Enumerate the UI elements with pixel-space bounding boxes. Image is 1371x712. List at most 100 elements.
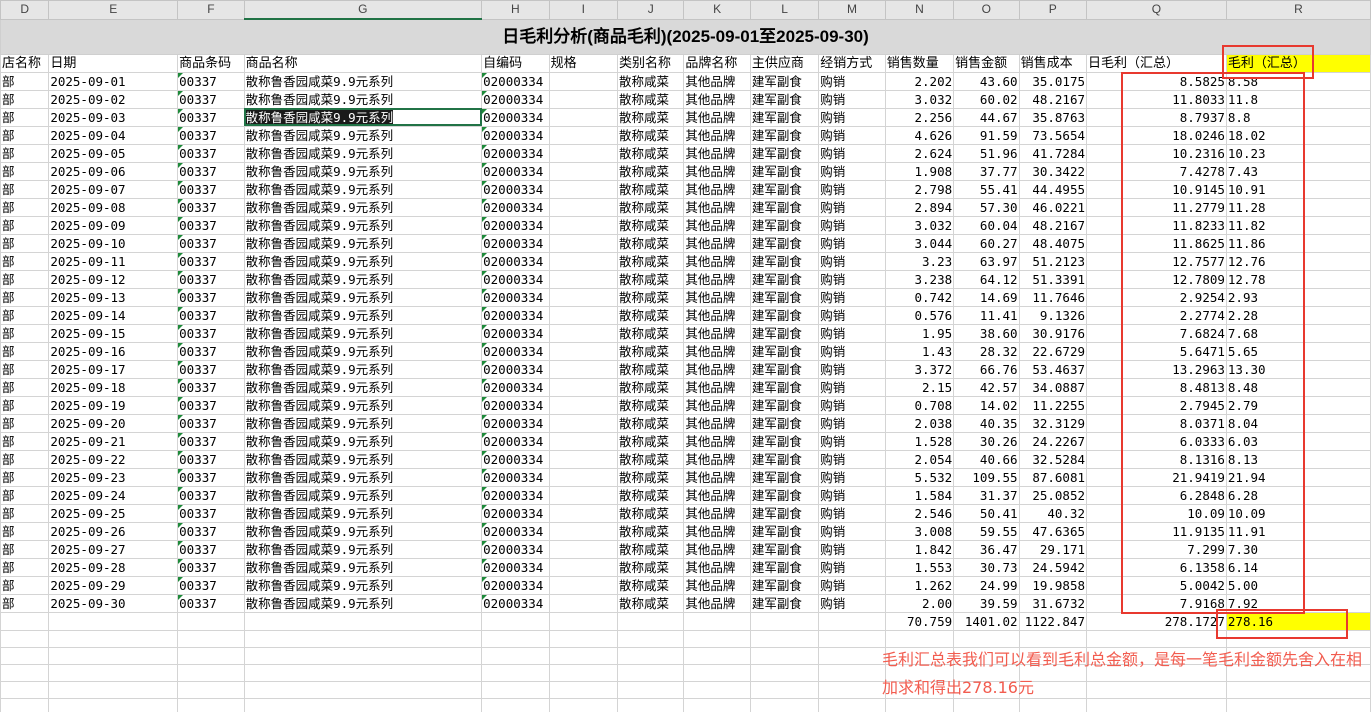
- empty-cell[interactable]: [48, 646, 179, 665]
- table-cell[interactable]: 部: [0, 215, 50, 235]
- table-cell[interactable]: [548, 575, 619, 595]
- table-cell[interactable]: 37.77: [953, 161, 1020, 181]
- table-cell[interactable]: 散称鲁香园咸菜9.9元系列: [243, 503, 483, 523]
- table-cell[interactable]: 建军副食: [749, 395, 820, 415]
- table-cell[interactable]: 部: [0, 107, 50, 127]
- table-cell[interactable]: 109.55: [953, 467, 1020, 487]
- table-cell[interactable]: 其他品牌: [683, 467, 751, 487]
- table-cell[interactable]: 散称咸菜: [616, 323, 685, 343]
- table-cell[interactable]: 其他品牌: [683, 215, 751, 235]
- table-cell[interactable]: 7.9168: [1086, 593, 1227, 613]
- table-cell[interactable]: 建军副食: [749, 179, 820, 199]
- empty-cell[interactable]: [818, 646, 886, 665]
- column-header-j[interactable]: J: [616, 0, 685, 20]
- table-cell[interactable]: 60.27: [953, 233, 1020, 253]
- table-cell[interactable]: 1.528: [884, 431, 955, 451]
- table-cell[interactable]: 2025-09-23: [48, 467, 179, 487]
- table-cell[interactable]: 建军副食: [749, 287, 820, 307]
- column-header-q[interactable]: Q: [1086, 0, 1227, 20]
- table-cell[interactable]: 建军副食: [749, 431, 820, 451]
- table-cell[interactable]: 散称咸菜: [616, 143, 685, 163]
- table-cell[interactable]: 2.2774: [1086, 305, 1227, 325]
- table-cell[interactable]: 11.7646: [1018, 287, 1088, 307]
- empty-cell[interactable]: [683, 663, 751, 682]
- empty-cell[interactable]: [48, 663, 179, 682]
- table-cell[interactable]: 32.5284: [1018, 449, 1088, 469]
- field-header[interactable]: 经销方式: [818, 53, 886, 73]
- table-cell[interactable]: 2025-09-28: [48, 557, 179, 577]
- table-cell[interactable]: 建军副食: [749, 413, 820, 433]
- table-cell[interactable]: 3.008: [884, 521, 955, 541]
- column-header-k[interactable]: K: [683, 0, 751, 20]
- table-cell[interactable]: 其他品牌: [683, 359, 751, 379]
- table-cell[interactable]: 00337: [177, 485, 245, 505]
- field-header[interactable]: 日毛利（汇总）: [1086, 53, 1227, 73]
- table-cell[interactable]: 29.171: [1018, 539, 1088, 559]
- table-cell[interactable]: 00337: [177, 449, 245, 469]
- table-cell[interactable]: [548, 359, 619, 379]
- table-cell[interactable]: 散称鲁香园咸菜9.9元系列: [243, 521, 483, 541]
- table-cell[interactable]: 散称咸菜: [616, 197, 685, 217]
- table-cell[interactable]: 2025-09-03: [48, 107, 179, 127]
- table-cell[interactable]: 00337: [177, 179, 245, 199]
- table-cell[interactable]: 8.5825: [1086, 71, 1227, 91]
- total-cell-daily-profit[interactable]: 278.1727: [1086, 611, 1227, 631]
- table-cell[interactable]: 00337: [177, 431, 245, 451]
- table-cell[interactable]: 购销: [818, 107, 886, 127]
- table-cell[interactable]: 02000334: [481, 251, 550, 271]
- table-cell[interactable]: 02000334: [481, 539, 550, 559]
- table-cell[interactable]: 散称咸菜: [616, 89, 685, 109]
- table-cell[interactable]: 部: [0, 161, 50, 181]
- table-cell[interactable]: 其他品牌: [683, 323, 751, 343]
- table-cell[interactable]: 02000334: [481, 71, 550, 91]
- table-cell[interactable]: 散称鲁香园咸菜9.9元系列: [243, 323, 483, 343]
- table-cell[interactable]: 散称咸菜: [616, 179, 685, 199]
- table-cell[interactable]: 购销: [818, 143, 886, 163]
- table-cell[interactable]: 建军副食: [749, 233, 820, 253]
- column-header-e[interactable]: E: [48, 0, 179, 20]
- table-cell[interactable]: 散称咸菜: [616, 269, 685, 289]
- table-cell[interactable]: 购销: [818, 557, 886, 577]
- table-cell[interactable]: [548, 467, 619, 487]
- table-cell[interactable]: 建军副食: [749, 557, 820, 577]
- field-header[interactable]: 毛利（汇总）: [1225, 53, 1371, 73]
- table-cell[interactable]: 部: [0, 233, 50, 253]
- table-cell[interactable]: 散称鲁香园咸菜9.9元系列: [243, 215, 483, 235]
- table-cell[interactable]: 购销: [818, 233, 886, 253]
- table-cell[interactable]: 44.4955: [1018, 179, 1088, 199]
- empty-cell[interactable]: [749, 629, 820, 648]
- empty-cell[interactable]: [548, 663, 619, 682]
- table-cell[interactable]: 部: [0, 575, 50, 595]
- table-cell[interactable]: 其他品牌: [683, 143, 751, 163]
- table-cell[interactable]: 购销: [818, 539, 886, 559]
- table-cell[interactable]: 30.73: [953, 557, 1020, 577]
- empty-cell[interactable]: [749, 611, 820, 631]
- table-cell[interactable]: 11.9135: [1086, 521, 1227, 541]
- table-cell[interactable]: 00337: [177, 287, 245, 307]
- empty-cell[interactable]: [616, 646, 685, 665]
- table-cell[interactable]: 购销: [818, 395, 886, 415]
- empty-cell[interactable]: [1018, 629, 1088, 648]
- table-cell[interactable]: [548, 125, 619, 145]
- table-cell[interactable]: 3.23: [884, 251, 955, 271]
- table-cell[interactable]: 建军副食: [749, 305, 820, 325]
- table-cell[interactable]: 2.624: [884, 143, 955, 163]
- table-cell[interactable]: 21.94: [1225, 467, 1371, 487]
- table-cell[interactable]: 63.97: [953, 251, 1020, 271]
- table-cell[interactable]: 2025-09-19: [48, 395, 179, 415]
- table-cell[interactable]: 7.30: [1225, 539, 1371, 559]
- table-cell[interactable]: 2025-09-29: [48, 575, 179, 595]
- table-cell[interactable]: 散称鲁香园咸菜9.9元系列: [243, 485, 483, 505]
- table-cell[interactable]: 00337: [177, 125, 245, 145]
- table-cell[interactable]: 00337: [177, 107, 245, 127]
- table-cell[interactable]: 34.0887: [1018, 377, 1088, 397]
- empty-cell[interactable]: [749, 646, 820, 665]
- table-cell[interactable]: 4.626: [884, 125, 955, 145]
- table-cell[interactable]: [548, 503, 619, 523]
- table-cell[interactable]: 19.9858: [1018, 575, 1088, 595]
- table-cell[interactable]: 2.038: [884, 413, 955, 433]
- table-cell[interactable]: 7.68: [1225, 323, 1371, 343]
- table-cell[interactable]: 2025-09-10: [48, 233, 179, 253]
- table-cell[interactable]: 36.47: [953, 539, 1020, 559]
- table-cell[interactable]: 其他品牌: [683, 413, 751, 433]
